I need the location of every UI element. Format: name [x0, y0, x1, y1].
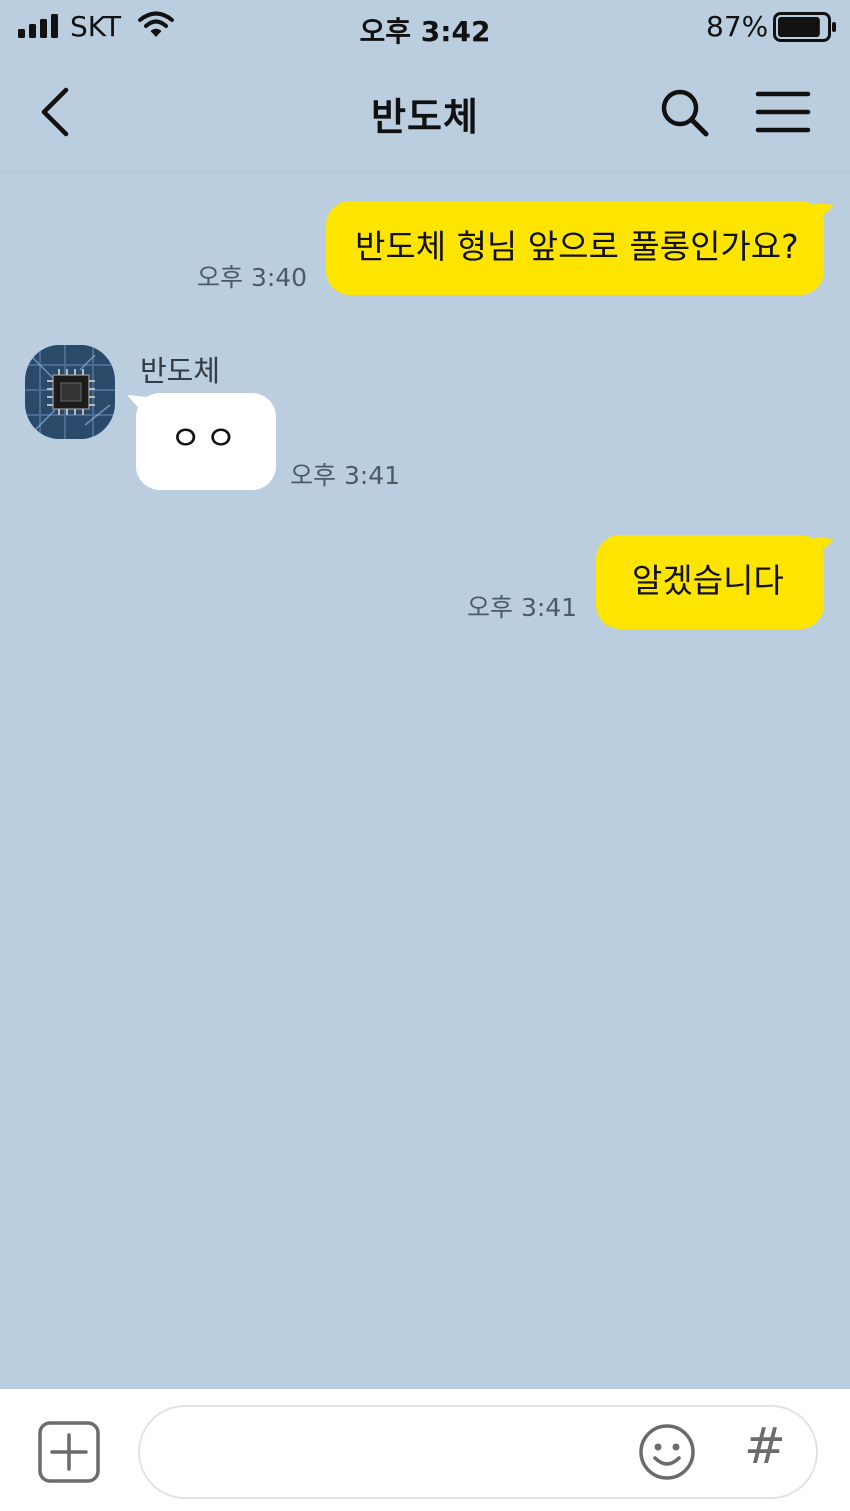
sender-name: 반도체	[140, 354, 221, 388]
search-icon[interactable]	[656, 84, 712, 140]
message-time: 오후 3:41	[467, 593, 578, 622]
chat-header: 반도체	[0, 54, 850, 172]
chip-avatar-image	[25, 345, 115, 439]
message-time: 오후 3:41	[290, 461, 401, 490]
battery-percentage: 87%	[706, 10, 769, 43]
hashtag-icon[interactable]: #	[744, 1417, 786, 1475]
other-message-bubble[interactable]: ㅇㅇ	[136, 393, 276, 490]
avatar[interactable]	[25, 345, 115, 439]
battery-icon	[773, 12, 836, 42]
bubble-tail	[814, 203, 834, 221]
plus-icon[interactable]	[38, 1421, 100, 1483]
my-message-bubble[interactable]: 반도체 형님 앞으로 풀롱인가요?	[326, 201, 824, 295]
bubble-tail	[814, 537, 834, 555]
message-input[interactable]: #	[138, 1405, 818, 1499]
status-bar: SKT 오후 3:42 87%	[0, 0, 850, 54]
my-message-bubble[interactable]: 알겠습니다	[596, 535, 824, 629]
message-time: 오후 3:40	[197, 263, 308, 292]
emoji-icon[interactable]	[638, 1423, 696, 1481]
input-bar: #	[0, 1389, 850, 1511]
chat-title: 반도체	[371, 95, 479, 139]
menu-icon[interactable]	[752, 84, 814, 140]
